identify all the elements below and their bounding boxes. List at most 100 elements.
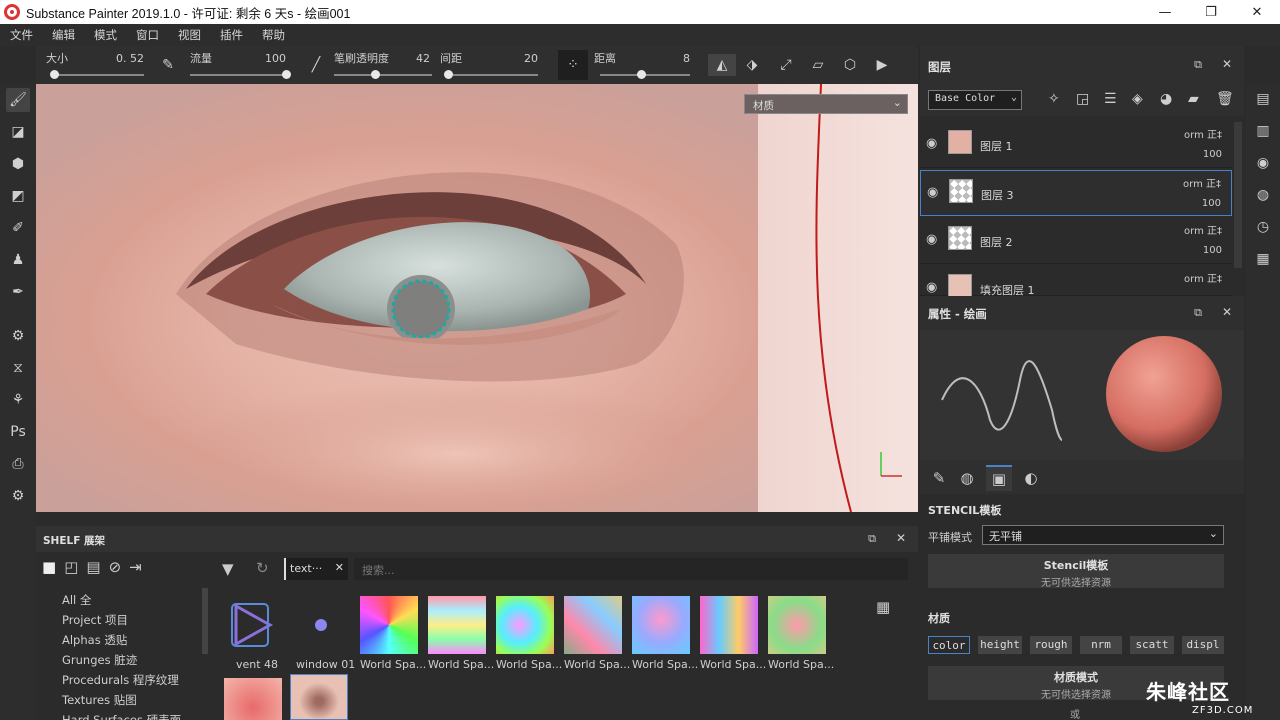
camera-icon[interactable]: ▶ — [870, 54, 894, 76]
grid-view-icon[interactable]: ▦ — [876, 598, 890, 616]
flow-value[interactable]: 100 — [265, 52, 286, 65]
menu-window[interactable]: 窗口 — [136, 27, 159, 43]
layer-name[interactable]: 图层 3 — [981, 187, 1014, 203]
shelf-undock-icon[interactable]: ⧉ — [868, 532, 876, 546]
viewport-material-dropdown[interactable]: 材质 ⌄ — [744, 94, 908, 114]
clone-stamp-icon[interactable]: ♟ — [6, 248, 30, 272]
visibility-eye-icon[interactable]: ◉ — [926, 232, 937, 247]
category-all[interactable]: All 全 — [62, 590, 181, 610]
maximize-button[interactable]: ❐ — [1188, 0, 1234, 24]
layer-row-selected[interactable]: ◉ 图层 3 orm 正‡ 100 — [920, 170, 1232, 216]
projection-icon[interactable]: ⬗ — [740, 54, 764, 76]
layer-row[interactable]: ◉ 图层 1 orm 正‡ 100 — [920, 122, 1232, 168]
export-icon[interactable]: ⎙ — [6, 452, 30, 476]
menu-mode[interactable]: 模式 — [94, 27, 117, 43]
category-project[interactable]: Project 项目 — [62, 610, 181, 630]
tab-brush-icon[interactable]: ✎ — [926, 465, 952, 491]
flow-slider[interactable] — [190, 74, 286, 76]
filter-icon[interactable]: ▼ — [222, 560, 234, 578]
menu-view[interactable]: 视图 — [178, 27, 201, 43]
layer-blend-mode[interactable]: orm 正‡ — [1184, 126, 1222, 141]
eraser-icon[interactable]: ◪ — [6, 120, 30, 144]
shelf-item-world-1[interactable] — [360, 596, 418, 654]
add-fill-layer-icon[interactable]: ◈ — [1132, 91, 1143, 107]
channel-toggle-height[interactable]: height — [978, 636, 1022, 654]
tab-stencil-icon[interactable]: ▣ — [986, 465, 1012, 491]
shelf-item-world-7[interactable] — [768, 596, 826, 654]
folder-icon[interactable]: ■ — [42, 558, 56, 580]
menu-file[interactable]: 文件 — [10, 27, 33, 43]
log-icon[interactable]: ▦ — [1252, 248, 1274, 270]
shelf-item-world-3[interactable] — [496, 596, 554, 654]
category-alphas[interactable]: Alphas 透贴 — [62, 630, 181, 650]
category-procedurals[interactable]: Procedurals 程序纹理 — [62, 670, 181, 690]
3d-viewport[interactable]: 材质 ⌄ — [36, 84, 918, 512]
display-settings-icon[interactable]: ◉ — [1252, 152, 1274, 174]
viewer-settings-icon[interactable]: ◍ — [1252, 184, 1274, 206]
channel-toggle-scatt[interactable]: scatt — [1130, 636, 1174, 654]
layers-panel-icon[interactable]: ▤ — [1252, 88, 1274, 110]
library-icon[interactable]: ▤ — [86, 558, 100, 580]
shelf-item-world-5[interactable] — [632, 596, 690, 654]
category-hard-surfaces[interactable]: Hard Surfaces 硬表面 — [62, 710, 181, 720]
layer-opacity[interactable]: 100 — [1203, 149, 1222, 160]
layer-name[interactable]: 图层 1 — [980, 138, 1013, 154]
projection-tool-icon[interactable]: ⬢ — [6, 152, 30, 176]
smudge-icon[interactable]: ✐ — [6, 216, 30, 240]
add-layer-icon[interactable]: ☰ — [1104, 91, 1117, 107]
minimize-button[interactable]: — — [1142, 0, 1188, 24]
menu-edit[interactable]: 编辑 — [52, 27, 75, 43]
spacing-param[interactable]: 间距 20 — [440, 48, 542, 82]
size-slider[interactable] — [52, 74, 144, 76]
layers-undock-icon[interactable]: ⧉ — [1194, 58, 1202, 72]
size-value[interactable]: 0. 52 — [116, 52, 144, 65]
flow-param[interactable]: 流量 100 — [190, 48, 291, 82]
transform-icon[interactable]: ⤢ — [774, 54, 798, 76]
layers-close-icon[interactable]: ✕ — [1222, 57, 1232, 71]
cube-view-icon[interactable]: ⬡ — [838, 54, 862, 76]
filter-tag-close-icon[interactable]: ✕ — [335, 561, 344, 574]
channel-toggle-rough[interactable]: rough — [1030, 636, 1072, 654]
layer-row[interactable]: ◉ 图层 2 orm 正‡ 100 — [920, 218, 1232, 264]
delete-layer-icon[interactable]: 🗑 — [1216, 91, 1234, 107]
add-folder-icon[interactable]: ▰ — [1188, 91, 1199, 107]
bake-icon[interactable]: ⚙ — [6, 324, 30, 348]
new-folder-icon[interactable]: ◰ — [64, 558, 78, 580]
properties-undock-icon[interactable]: ⧉ — [1194, 306, 1202, 320]
opacity-knob[interactable] — [371, 70, 381, 79]
camera-frame-icon[interactable]: ▱ — [806, 54, 830, 76]
settings-icon[interactable]: ⚙ — [6, 484, 30, 508]
category-textures[interactable]: Textures 贴图 — [62, 690, 181, 710]
layer-blend-mode[interactable]: orm 正‡ — [1184, 222, 1222, 237]
color-picker-icon[interactable]: ✒ — [6, 280, 30, 304]
menu-plugins[interactable]: 插件 — [220, 27, 243, 43]
refresh-icon[interactable]: ↻ — [256, 559, 269, 577]
distance-param[interactable]: 距离 8 — [594, 48, 694, 82]
shelf-item-world-2[interactable] — [428, 596, 486, 654]
add-effect-icon[interactable]: ✧ — [1048, 91, 1060, 107]
spacing-knob[interactable] — [444, 70, 453, 79]
channel-toggle-nrm[interactable]: nrm — [1080, 636, 1122, 654]
layer-row[interactable]: ◉ 填充图层 1 orm 正‡ — [920, 266, 1232, 298]
menu-help[interactable]: 帮助 — [262, 27, 285, 43]
category-grunges[interactable]: Grunges 脏迹 — [62, 650, 181, 670]
shelf-search-input[interactable]: 搜索... — [354, 558, 908, 580]
channel-toggle-color[interactable]: color — [928, 636, 970, 654]
spacing-slider[interactable] — [448, 74, 538, 76]
size-knob[interactable] — [49, 70, 59, 79]
paint-brush-icon[interactable]: 🖌 — [6, 88, 30, 112]
hide-icon[interactable]: ⊘ — [109, 558, 122, 580]
symmetry-icon[interactable]: ◭ — [708, 54, 736, 76]
uv-icon[interactable]: ⧖ — [6, 356, 30, 380]
add-smart-material-icon[interactable]: ◕ — [1160, 91, 1172, 107]
layer-name[interactable]: 图层 2 — [980, 234, 1013, 250]
filter-tag[interactable]: text··· ✕ — [284, 558, 348, 580]
layer-blend-mode[interactable]: orm 正‡ — [1184, 270, 1222, 285]
photoshop-icon[interactable]: Ps — [6, 420, 30, 444]
stencil-resource-slot[interactable]: Stencil模板 无可供选择资源 — [928, 554, 1224, 589]
history-icon[interactable]: ◷ — [1252, 216, 1274, 238]
distance-value[interactable]: 8 — [683, 52, 690, 65]
distance-knob[interactable] — [636, 70, 646, 79]
spacing-value[interactable]: 20 — [524, 52, 538, 65]
shelf-item-vent48[interactable] — [224, 596, 282, 654]
